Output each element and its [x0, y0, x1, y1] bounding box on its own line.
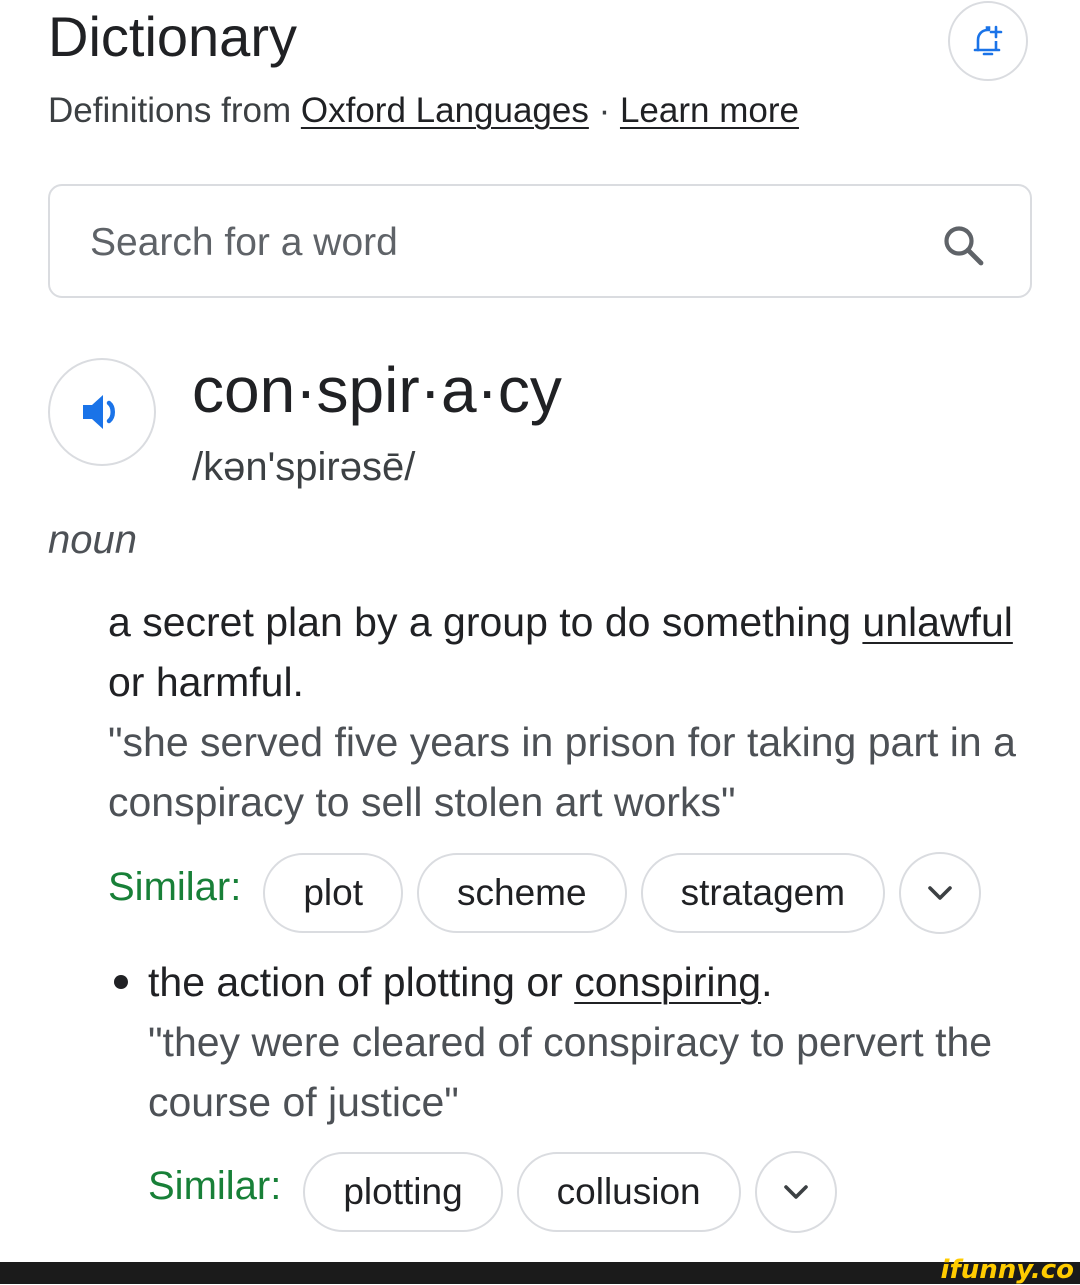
alert-button[interactable]: [948, 1, 1028, 81]
similar-chip-plotting[interactable]: plotting: [303, 1152, 503, 1232]
page-title: Dictionary: [48, 5, 297, 68]
phonetic-spelling: /kən'spirəsē/: [192, 445, 416, 489]
learn-more-link[interactable]: Learn more: [620, 91, 799, 130]
source-line: Definitions from Oxford Languages · Lear…: [48, 88, 799, 134]
bullet-point: [114, 975, 128, 989]
source-prefix: Definitions from: [48, 91, 301, 130]
definition-text: a secret plan by a group to do something: [108, 599, 863, 645]
unlawful-link[interactable]: unlawful: [862, 599, 1012, 645]
chevron-down-icon: [783, 1185, 808, 1199]
similar-chip-collusion[interactable]: collusion: [516, 1152, 741, 1232]
word-search-box[interactable]: [48, 184, 1032, 298]
alert-add-icon: [973, 25, 1003, 56]
headword: con·spir·a·cy: [192, 354, 562, 426]
definition-text: the action of plotting or: [148, 959, 575, 1005]
speaker-icon: [83, 395, 115, 429]
oxford-languages-link[interactable]: Oxford Languages: [301, 91, 589, 130]
similar-label: Similar:: [148, 1164, 282, 1208]
pronunciation-button[interactable]: [48, 358, 156, 466]
example-sentence: "she served five years in prison for tak…: [108, 719, 1016, 825]
chevron-down-icon: [928, 886, 952, 900]
more-similar-button[interactable]: [754, 1151, 837, 1233]
similar-chip-plot[interactable]: plot: [263, 853, 403, 933]
definition-2: the action of plotting or conspiring. "t…: [148, 952, 1048, 1132]
similar-chip-stratagem[interactable]: stratagem: [640, 853, 886, 933]
more-similar-button[interactable]: [899, 852, 982, 934]
separator: ·: [588, 91, 620, 130]
conspiring-link[interactable]: conspiring: [574, 959, 761, 1005]
watermark: ifunny.co: [940, 1255, 1074, 1285]
footer-bar: [0, 1262, 1080, 1284]
definition-1: a secret plan by a group to do something…: [108, 592, 1058, 832]
definition-text-end: .: [761, 959, 773, 1005]
similar-label: Similar:: [108, 865, 242, 909]
example-sentence: "they were cleared of conspiracy to perv…: [148, 1019, 993, 1125]
definition-text-end: or harmful.: [108, 659, 304, 705]
search-icon[interactable]: [940, 222, 988, 270]
part-of-speech: noun: [48, 518, 137, 562]
similar-words-2: Similar: plotting collusion: [148, 1151, 837, 1233]
similar-words-1: Similar: plot scheme stratagem: [108, 852, 982, 934]
search-input[interactable]: [88, 212, 912, 274]
similar-chip-scheme[interactable]: scheme: [417, 853, 627, 933]
